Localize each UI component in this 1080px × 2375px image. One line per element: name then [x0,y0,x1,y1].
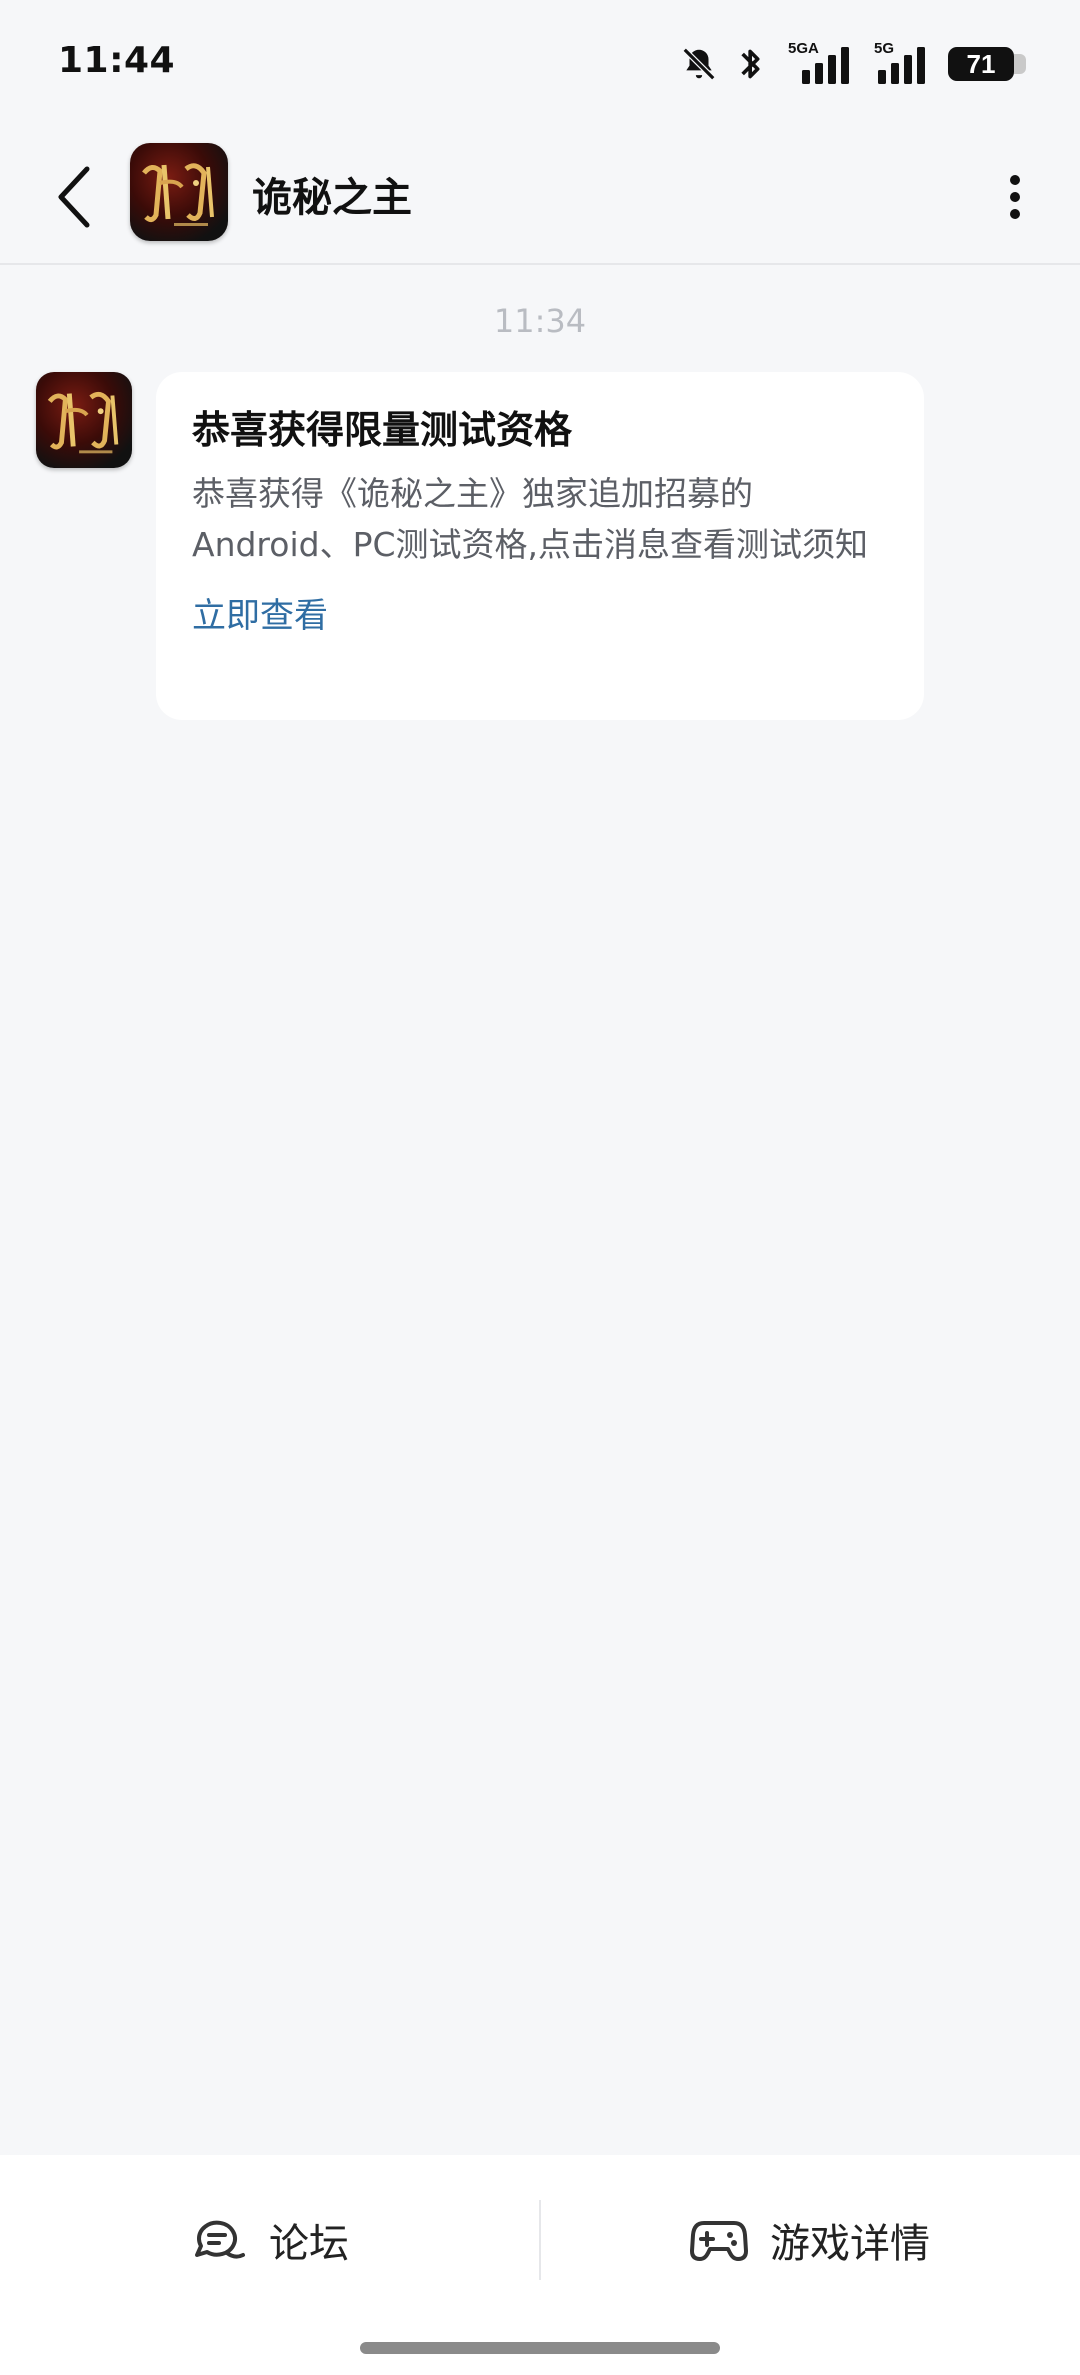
more-vertical-icon [1010,175,1020,219]
bluetooth-icon [741,49,760,79]
back-button[interactable] [40,152,110,242]
message-timestamp: 11:34 [493,302,587,340]
signal-bars-icon [802,47,849,84]
forum-chat-icon [195,2220,245,2259]
status-bar: 11:44 5GA 5G 71 [0,0,1080,130]
gamepad-icon [690,2221,748,2261]
message-card[interactable]: 恭喜获得限量测试资格 恭喜获得《诡秘之主》独家追加招募的Android、PC测试… [156,372,924,720]
home-indicator[interactable] [360,2342,720,2354]
battery-level: 71 [966,48,996,79]
signal-5ga: 5GA [784,40,854,84]
game-details-label: 游戏详情 [770,2221,930,2267]
game-logo-art [142,163,214,226]
message-title: 恭喜获得限量测试资格 [192,408,573,452]
forum-label: 论坛 [269,2221,349,2267]
signal-5g: 5G [872,40,930,84]
sender-avatar[interactable] [36,372,132,468]
game-logo-icon [47,391,119,454]
more-options-button[interactable] [980,152,1050,242]
chat-header: 诡秘之主 [0,130,1080,265]
game-logo-icon[interactable] [130,143,228,241]
forum-button[interactable]: 论坛 [0,2195,540,2285]
status-time: 11:44 [58,40,176,81]
chevron-left-icon [58,166,90,228]
status-icons: 5GA 5G 71 [680,40,1026,84]
mute-bell-icon [682,47,716,81]
game-details-button[interactable]: 游戏详情 [540,2195,1080,2285]
battery-icon: 71 [948,47,1026,81]
chat-title: 诡秘之主 [252,175,412,221]
signal-bars-icon [878,47,925,84]
view-now-link[interactable]: 立即查看 [192,588,328,637]
message-body: 恭喜获得《诡秘之主》独家追加招募的Android、PC测试资格,点击消息查看测试… [192,474,869,564]
